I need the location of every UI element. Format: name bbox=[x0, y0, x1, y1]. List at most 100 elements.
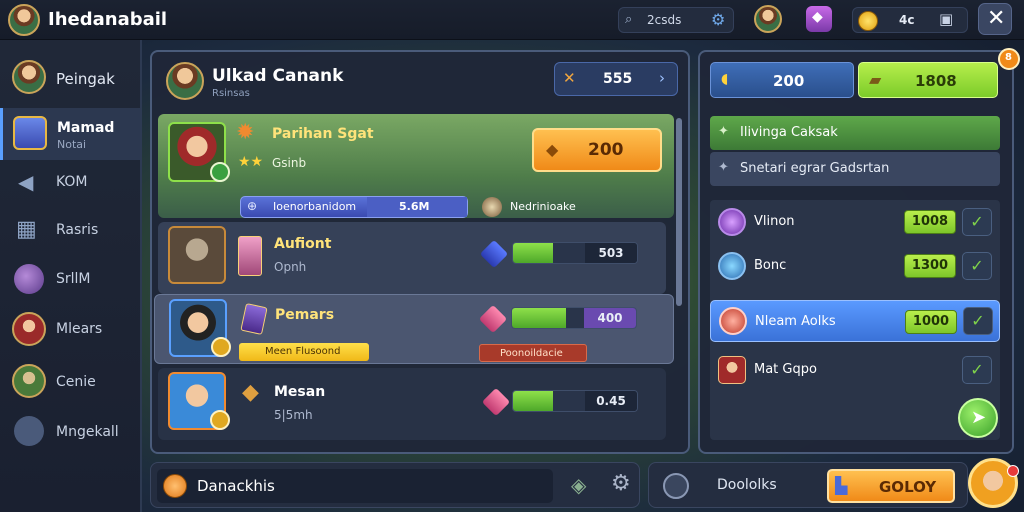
sidebar-item-rasris[interactable]: ▦ Rasris bbox=[0, 208, 140, 254]
level-badge bbox=[210, 410, 230, 430]
checkmark-icon[interactable]: ✓ bbox=[963, 307, 993, 335]
profile-avatar-button[interactable] bbox=[754, 5, 782, 33]
sun-icon: ✹ bbox=[236, 120, 255, 145]
level-badge bbox=[211, 337, 231, 357]
progress-fill bbox=[512, 308, 566, 328]
list-item[interactable]: ✹ Parihan Sgat ★★ Gsinb ◆ 200 ⊕ Ioenorba… bbox=[158, 114, 674, 218]
coin-counter: 4c ▣ bbox=[852, 7, 968, 33]
option-label: Snetari egrar Gadsrtan bbox=[740, 161, 890, 176]
sidebar-item-sub: Notai bbox=[57, 138, 87, 151]
sidebar-item-cenie[interactable]: Cenie bbox=[0, 358, 140, 406]
sidebar-item-mngekall[interactable]: Mngekall bbox=[0, 408, 140, 456]
main-panel: Ulkad Canank Rsinsas ✕ 555 › ✹ Parihan S… bbox=[150, 50, 690, 454]
sidebar-item-srllm[interactable]: SrllM bbox=[0, 256, 140, 304]
cube-icon[interactable]: ◈ bbox=[571, 473, 586, 497]
sidebar-item-label: KOM bbox=[56, 174, 88, 190]
row-sub: 5|5mh bbox=[274, 408, 313, 422]
checkmark-icon[interactable]: ✓ bbox=[962, 208, 992, 236]
currency-b-value: 1808 bbox=[915, 72, 957, 90]
search-value: 2csds bbox=[647, 13, 682, 27]
progress-bar: 0.45 bbox=[512, 390, 638, 412]
sidebar-item-mlears[interactable]: Mlears bbox=[0, 306, 140, 354]
megaphone-icon: ◀ bbox=[18, 170, 34, 194]
progress-bar: 400 bbox=[511, 307, 637, 329]
option-label: Ilivinga Caksak bbox=[740, 125, 838, 140]
pink-gem-icon bbox=[481, 387, 511, 417]
reward-row[interactable]: Bonc 1300 ✓ bbox=[710, 246, 1000, 286]
pin-icon: ✦ bbox=[718, 160, 729, 175]
progress-value: 503 bbox=[585, 243, 637, 263]
side-tag-label: Poonoildacie bbox=[500, 348, 563, 359]
list-item[interactable]: Aufiont Opnh 503 bbox=[158, 222, 666, 294]
progress-value: 400 bbox=[584, 308, 636, 328]
rewards-list: Vlinon 1008 ✓ Bonc 1300 ✓ Nleam Aolks 10… bbox=[710, 200, 1000, 440]
sidebar-item-label: Cenie bbox=[56, 374, 96, 390]
flag-icon: ✦ bbox=[718, 124, 729, 139]
sidebar-item-label: Mamad bbox=[57, 120, 115, 136]
checkmark-icon[interactable]: ✓ bbox=[962, 252, 992, 280]
shield-icon bbox=[14, 416, 44, 446]
bottom-mid-label: Doololks bbox=[717, 477, 777, 493]
hero-round-button[interactable] bbox=[968, 458, 1019, 508]
reward-row[interactable]: Mat Gqpo ✓ bbox=[710, 350, 1000, 390]
reward-value: 1300 bbox=[904, 254, 956, 278]
search-box[interactable]: ⌕ 2csds ⚙ bbox=[618, 7, 734, 33]
tag-pill: Meen Flusoond bbox=[239, 343, 369, 361]
currency-b-button[interactable]: ▰ 1808 bbox=[858, 62, 998, 98]
level-badge bbox=[210, 162, 230, 182]
compass-icon bbox=[482, 197, 502, 217]
reward-row[interactable]: Vlinon 1008 ✓ bbox=[710, 202, 1000, 242]
top-counter[interactable]: ✕ 555 › bbox=[554, 62, 678, 96]
bottom-left-field[interactable]: Danackhis bbox=[157, 469, 553, 503]
top-bar: Ihedanabail ⌕ 2csds ⚙ ◆ 4c ▣ ✕ bbox=[0, 0, 1024, 40]
stat-icon: ⊕ bbox=[247, 199, 258, 213]
upgrade-button[interactable]: ◆ 200 bbox=[532, 128, 662, 172]
blue-gem-icon bbox=[479, 239, 509, 269]
hero-mini-avatar bbox=[718, 356, 746, 384]
settings-icon[interactable]: ⚙ bbox=[611, 471, 631, 496]
coin-icon bbox=[163, 474, 187, 498]
currency-a-button[interactable]: ◖ 200 bbox=[710, 62, 854, 98]
list-item[interactable]: Pemars Meen Flusoond 400 Poonoildacie bbox=[154, 294, 674, 364]
sidebar: Peingak Mamad Notai ◀ KOM ▦ Rasris SrllM… bbox=[0, 40, 142, 512]
bottom-right-bar: Doololks ▙ GOLOY bbox=[648, 462, 968, 508]
sidebar-item-label: Mlears bbox=[56, 321, 103, 337]
scrollbar[interactable] bbox=[676, 118, 682, 306]
hammer-icon: ▙ bbox=[835, 476, 848, 495]
refresh-icon bbox=[663, 473, 689, 499]
sidebar-item-label: SrllM bbox=[56, 271, 91, 287]
settings-gear-icon[interactable]: ⚙ bbox=[711, 10, 725, 29]
sidebar-item-peingak[interactable]: Peingak bbox=[0, 52, 140, 104]
sidebar-hero-avatar bbox=[12, 312, 46, 346]
chat-icon[interactable]: ▣ bbox=[939, 10, 953, 28]
hero-portrait bbox=[168, 226, 226, 284]
sidebar-item-label: Peingak bbox=[56, 70, 115, 88]
close-button[interactable]: ✕ bbox=[978, 3, 1012, 35]
stat-bar-label: Ioenorbanidom bbox=[273, 200, 357, 213]
checkmark-icon[interactable]: ✓ bbox=[962, 356, 992, 384]
row-sub: Opnh bbox=[274, 260, 307, 274]
list-item[interactable]: ◆ Mesan 5|5mh 0.45 bbox=[158, 368, 666, 440]
gem-shop-button[interactable]: ◆ bbox=[806, 6, 832, 32]
panel-title: Ulkad Canank bbox=[212, 66, 344, 86]
reward-row-selected[interactable]: Nleam Aolks 1000 ✓ bbox=[710, 300, 1000, 342]
red-orb-icon bbox=[719, 307, 747, 335]
row-name: Parihan Sgat bbox=[272, 126, 374, 142]
notification-dot bbox=[1007, 465, 1019, 477]
reward-label: Nleam Aolks bbox=[755, 314, 836, 329]
confirm-round-button[interactable]: ➤ bbox=[958, 398, 998, 438]
row-name: Pemars bbox=[275, 307, 335, 323]
sidebar-item-kom[interactable]: ◀ KOM bbox=[0, 160, 140, 206]
option-row-1[interactable]: ✦ Ilivinga Caksak bbox=[710, 116, 1000, 150]
action-button[interactable]: ▙ GOLOY bbox=[827, 469, 955, 503]
reward-value: 1000 bbox=[905, 310, 957, 334]
reward-value: 1008 bbox=[904, 210, 956, 234]
panel-subtitle: Rsinsas bbox=[212, 88, 250, 99]
sidebar-item-mamad[interactable]: Mamad Notai bbox=[0, 108, 140, 160]
option-row-2[interactable]: ✦ Snetari egrar Gadsrtan bbox=[710, 152, 1000, 186]
search-icon: ⌕ bbox=[625, 12, 633, 27]
planet-icon bbox=[14, 264, 44, 294]
star-icon: ★★ bbox=[238, 154, 264, 170]
row-sub: Gsinb bbox=[272, 156, 307, 170]
chest-icon: ▦ bbox=[16, 217, 37, 242]
